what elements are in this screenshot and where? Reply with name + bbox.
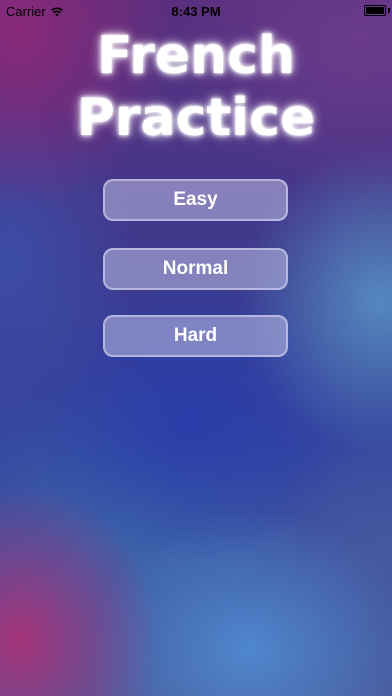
status-time: 8:43 PM — [171, 4, 221, 19]
normal-button[interactable]: Normal — [103, 248, 288, 290]
hard-button[interactable]: Hard — [103, 315, 288, 357]
title-line-french: French — [97, 26, 295, 86]
title-line-practice: Practice — [76, 88, 316, 148]
battery-icon — [364, 5, 386, 16]
battery-cap — [388, 8, 390, 13]
status-bar: Carrier 8:43 PM — [0, 0, 392, 22]
battery-fill — [366, 7, 384, 14]
easy-button[interactable]: Easy — [103, 179, 288, 221]
